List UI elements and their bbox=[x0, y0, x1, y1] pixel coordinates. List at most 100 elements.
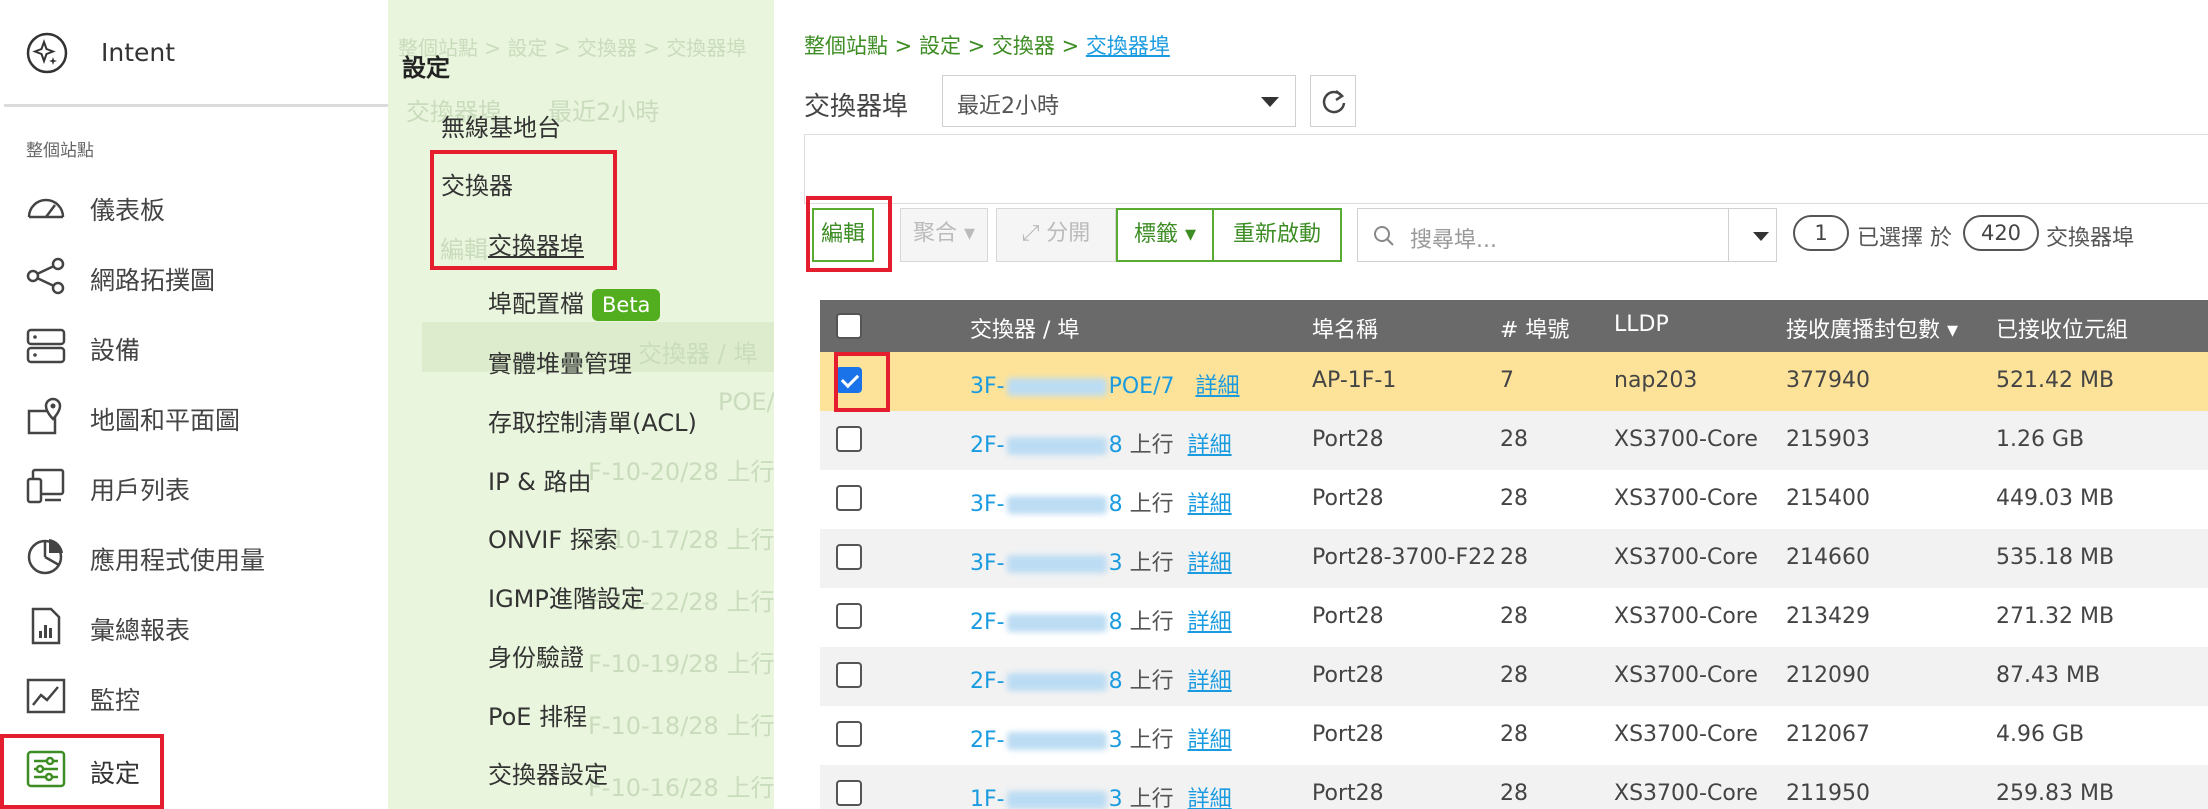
search-field[interactable]: 搜尋埠... bbox=[1357, 208, 1777, 262]
redacted-text bbox=[1006, 732, 1107, 750]
switch-port-suffix: POE/7 bbox=[1108, 374, 1175, 399]
menu-item-switch-settings[interactable]: 交換器設定 bbox=[488, 755, 608, 790]
section-title: 整個站點 bbox=[26, 141, 94, 161]
menu-item-onvif[interactable]: ONVIF 探索 bbox=[488, 520, 618, 555]
row-checkbox[interactable] bbox=[836, 485, 862, 511]
row-checkbox[interactable] bbox=[836, 662, 862, 688]
ghost-text: 整個站點 > 設定 > 交換器 > 交換器埠 bbox=[398, 36, 747, 60]
breadcrumb-item[interactable]: 交換器 bbox=[992, 34, 1055, 58]
nav-item-monitor[interactable]: 監控 bbox=[0, 663, 388, 729]
menu-item-poe-schedule[interactable]: PoE 排程 bbox=[488, 697, 587, 732]
menu-item-ip-routing[interactable]: IP & 路由 bbox=[488, 462, 592, 497]
switch-name-prefix: 2F- bbox=[970, 610, 1005, 635]
caret-down-icon bbox=[1261, 97, 1279, 107]
page-label: 交換器埠 bbox=[804, 92, 909, 122]
detail-link[interactable]: 詳細 bbox=[1188, 728, 1232, 753]
lldp-cell: XS3700-Core bbox=[1614, 545, 1758, 570]
nav-item-clients[interactable]: 用戶列表 bbox=[0, 453, 388, 519]
intent-link[interactable]: Intent bbox=[0, 0, 388, 105]
nav-item-devices[interactable]: 設備 bbox=[0, 313, 388, 379]
table-row[interactable]: 3F- 8 上行 詳細 Port28 28 XS3700-Core 215400 449.03… bbox=[820, 470, 2208, 529]
switch-name-link[interactable]: 1F- 3 bbox=[970, 787, 1123, 809]
split-button[interactable]: ⤢ 分開 bbox=[996, 208, 1116, 262]
uplink-label: 上行 bbox=[1129, 728, 1174, 753]
column-header[interactable]: 埠名稱 bbox=[1312, 312, 1378, 344]
restart-button[interactable]: 重新啟動 bbox=[1212, 208, 1342, 262]
switch-name-link[interactable]: 2F- 3 bbox=[970, 728, 1123, 753]
row-checkbox[interactable] bbox=[836, 603, 862, 629]
client-icon bbox=[25, 467, 67, 505]
switch-port-suffix: 8 bbox=[1108, 669, 1123, 694]
switch-name-link[interactable]: 2F- 8 bbox=[970, 610, 1123, 635]
column-header[interactable]: 已接收位元組 bbox=[1996, 312, 2128, 344]
port-name-cell: Port28 bbox=[1312, 427, 1384, 452]
switch-name-link[interactable]: 3F- POE/7 bbox=[970, 374, 1175, 399]
detail-link[interactable]: 詳細 bbox=[1188, 492, 1232, 517]
breadcrumb-item[interactable]: 整個站點 bbox=[804, 34, 888, 58]
table-row[interactable]: 2F- 8 上行 詳細 Port28 28 XS3700-Core 213429 271.32… bbox=[820, 588, 2208, 647]
detail-link[interactable]: 詳細 bbox=[1188, 787, 1232, 809]
refresh-button[interactable] bbox=[1310, 75, 1356, 127]
time-range-select[interactable]: 最近2小時 bbox=[942, 75, 1296, 127]
row-checkbox[interactable] bbox=[836, 544, 862, 570]
total-label: 交換器埠 bbox=[2046, 226, 2135, 251]
row-checkbox[interactable] bbox=[836, 426, 862, 452]
breadcrumb-current[interactable]: 交換器埠 bbox=[1086, 34, 1170, 58]
nav-item-topology[interactable]: 網路拓撲圖 bbox=[0, 243, 388, 309]
caret-down-icon[interactable] bbox=[1753, 232, 1769, 241]
switch-name-link[interactable]: 2F- 8 bbox=[970, 669, 1123, 694]
tag-label: 標籤 bbox=[1133, 222, 1178, 247]
tag-button[interactable]: 標籤 ▾ bbox=[1116, 208, 1214, 262]
uplink-label: 上行 bbox=[1129, 551, 1174, 576]
detail-link[interactable]: 詳細 bbox=[1188, 669, 1232, 694]
search-input[interactable]: 搜尋埠... bbox=[1410, 222, 1497, 254]
breadcrumb-item[interactable]: 設定 bbox=[919, 34, 961, 58]
column-header-sorted[interactable]: 接收廣播封包數 ▾ bbox=[1786, 312, 1958, 344]
table-row[interactable]: 2F- 8 上行 詳細 Port28 28 XS3700-Core 215903 1.26 G… bbox=[820, 411, 2208, 470]
table-row[interactable]: 2F- 8 上行 詳細 Port28 28 XS3700-Core 212090 87.43 … bbox=[820, 647, 2208, 706]
switch-port-cell: 2F- 8 上行 詳細 bbox=[970, 604, 1232, 636]
selected-count-badge: 1 bbox=[1793, 215, 1849, 251]
row-checkbox[interactable] bbox=[836, 721, 862, 747]
switch-name-link[interactable]: 3F- 3 bbox=[970, 551, 1123, 576]
table-row[interactable]: 3F- 3 上行 詳細 Port28-3700-F22 28 XS3700-Core 214… bbox=[820, 529, 2208, 588]
ghost-text: F-10-18/28 上行 bbox=[588, 712, 774, 740]
nav-item-app-usage[interactable]: 應用程式使用量 bbox=[0, 523, 388, 589]
broadcast-packets-cell: 212090 bbox=[1786, 663, 1870, 688]
row-checkbox[interactable] bbox=[836, 780, 862, 806]
table-row[interactable]: 2F- 3 上行 詳細 Port28 28 XS3700-Core 212067 4.96 G… bbox=[820, 706, 2208, 765]
menu-item-access-points[interactable]: 無線基地台 bbox=[441, 108, 561, 143]
port-number-cell: 28 bbox=[1500, 486, 1528, 511]
nav-item-reports[interactable]: 彙總報表 bbox=[0, 593, 388, 659]
menu-item-igmp[interactable]: IGMP進階設定 bbox=[488, 579, 645, 614]
report-icon bbox=[25, 607, 67, 645]
summary-panel bbox=[804, 134, 2208, 204]
table-row[interactable]: 3F- POE/7 詳細 AP-1F-1 7 nap203 377940 521.42 MB bbox=[820, 352, 2208, 411]
received-bytes-cell: 535.18 MB bbox=[1996, 545, 2115, 570]
aggregate-button[interactable]: 聚合 ▾ bbox=[900, 208, 988, 262]
nav-item-maps[interactable]: 地圖和平面圖 bbox=[0, 383, 388, 449]
column-header[interactable]: # 埠號 bbox=[1500, 312, 1569, 344]
table-row[interactable]: 1F- 3 上行 詳細 Port28 28 XS3700-Core 211950 259.83… bbox=[820, 765, 2208, 809]
menu-item-authentication[interactable]: 身份驗證 bbox=[488, 638, 584, 673]
menu-item-port-profile[interactable]: 埠配置檔 Beta bbox=[488, 284, 661, 321]
menu-item-acl[interactable]: 存取控制清單(ACL) bbox=[488, 403, 697, 438]
selected-label: 已選擇 於 bbox=[1857, 226, 1952, 251]
select-all-checkbox[interactable] bbox=[836, 313, 862, 339]
detail-link[interactable]: 詳細 bbox=[1188, 610, 1232, 635]
switch-name-prefix: 3F- bbox=[970, 492, 1005, 517]
switch-port-cell: 2F- 8 上行 詳細 bbox=[970, 427, 1232, 459]
column-header[interactable]: LLDP bbox=[1614, 312, 1669, 337]
switch-name-link[interactable]: 3F- 8 bbox=[970, 492, 1123, 517]
port-number-cell: 28 bbox=[1500, 722, 1528, 747]
pie-chart-icon bbox=[25, 537, 67, 575]
detail-link[interactable]: 詳細 bbox=[1188, 551, 1232, 576]
column-header[interactable]: 交換器 / 埠 bbox=[970, 312, 1079, 344]
detail-link[interactable]: 詳細 bbox=[1196, 374, 1240, 399]
detail-link[interactable]: 詳細 bbox=[1188, 433, 1232, 458]
nav-item-dashboard[interactable]: 儀表板 bbox=[0, 173, 388, 239]
port-name-cell: Port28 bbox=[1312, 486, 1384, 511]
switch-name-link[interactable]: 2F- 8 bbox=[970, 433, 1123, 458]
switch-name-prefix: 1F- bbox=[970, 787, 1005, 809]
menu-item-stacking[interactable]: 實體堆疊管理 bbox=[488, 344, 632, 379]
